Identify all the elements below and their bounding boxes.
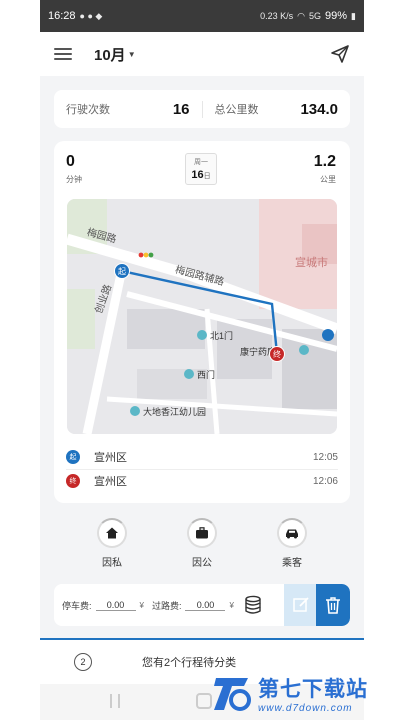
- notification-icons: ● ● ◆: [79, 10, 103, 21]
- watermark-title: 第七下载站: [258, 677, 368, 701]
- parking-fee-input[interactable]: 0.00: [95, 600, 136, 611]
- signal-label: 5G: [309, 11, 322, 21]
- toll-fee-label: 过路费:: [151, 600, 182, 611]
- edit-icon: [293, 597, 309, 612]
- end-place: 宣州区: [94, 476, 127, 488]
- trip-distance: 1.2 公里: [314, 153, 336, 185]
- menu-icon[interactable]: [54, 48, 72, 60]
- net-speed: 0.23 K/s: [260, 11, 294, 21]
- category-private[interactable]: 因私: [92, 518, 132, 569]
- status-bar: 16:28 ● ● ◆ 0.23 K/s ◠ 5G 99% ▮: [40, 0, 364, 32]
- wifi-icon: ◠: [297, 10, 305, 21]
- recent-apps-icon[interactable]: [110, 694, 120, 708]
- watermark: 第七下载站 www.d7down.com: [210, 666, 400, 720]
- trip-category-selector: 因私 因公 乘客: [40, 518, 364, 578]
- watermark-logo: [214, 678, 251, 711]
- home-icon: [97, 518, 127, 548]
- trip-day-unit: 日: [203, 173, 211, 180]
- chevron-down-icon: ▼: [127, 49, 136, 59]
- app-frame: 16:28 ● ● ◆ 0.23 K/s ◠ 5G 99% ▮ 10月 ▼ 行驶…: [40, 0, 364, 720]
- distance-value: 1.2: [313, 153, 336, 170]
- end-marker: 终: [269, 346, 285, 362]
- start-place: 宣州区: [94, 452, 127, 464]
- toll-fee-currency: ¥: [229, 600, 234, 610]
- trip-count-label: 行驶次数: [66, 104, 110, 116]
- duration-value: 0: [66, 153, 75, 170]
- total-km-value: 134.0: [300, 100, 338, 118]
- trip-count-stat: 行驶次数 16: [54, 101, 202, 118]
- car-icon: [277, 518, 307, 548]
- summary-stats: 行驶次数 16 总公里数 134.0: [54, 90, 350, 128]
- trash-icon: [326, 597, 340, 614]
- battery-level: 99%: [325, 10, 348, 22]
- trip-duration: 0 分钟: [66, 153, 82, 185]
- trip-day: 16: [191, 169, 204, 181]
- duration-unit: 分钟: [66, 175, 82, 184]
- end-pin-icon: 终: [66, 474, 80, 488]
- category-passenger[interactable]: 乘客: [272, 518, 312, 569]
- watermark-url: www.d7down.com: [258, 702, 353, 714]
- coins-icon[interactable]: [244, 595, 262, 615]
- route-map[interactable]: 梅园路 梅园路辅路 创业路 宣城市 北1门 西门 康宁药房 大地香江幼儿园 起 …: [67, 199, 337, 434]
- start-time: 12:05: [312, 451, 338, 463]
- parking-fee-label: 停车费:: [62, 600, 92, 611]
- trip-weekday: 周一: [194, 159, 208, 166]
- toll-fee-input[interactable]: 0.00: [185, 600, 226, 611]
- pending-count-icon: 2: [74, 653, 92, 671]
- map-label-city: 宣城市: [295, 257, 328, 269]
- app-bar: 10月 ▼: [40, 32, 364, 76]
- start-pin-icon: 起: [66, 450, 80, 464]
- distance-unit: 公里: [320, 175, 336, 184]
- parking-fee-currency: ¥: [139, 600, 144, 610]
- category-business[interactable]: 因公: [182, 518, 222, 569]
- map-label-gate-west: 西门: [197, 370, 216, 380]
- total-km-stat: 总公里数 134.0: [201, 100, 351, 118]
- delete-button[interactable]: [316, 584, 350, 626]
- start-location-row: 起 宣州区 12:05: [66, 444, 338, 470]
- category-business-label: 因公: [192, 558, 212, 569]
- map-label-kindergarten: 大地香江幼儿园: [143, 407, 207, 417]
- trip-card[interactable]: 0 分钟 周一 16日 1.2 公里 梅园路 梅园路辅路 创业路 宣城市 北1门…: [54, 141, 350, 503]
- category-passenger-label: 乘客: [282, 558, 302, 569]
- briefcase-icon: [187, 518, 217, 548]
- total-km-label: 总公里数: [214, 104, 259, 116]
- month-selector[interactable]: 10月 ▼: [94, 44, 136, 65]
- end-time: 12:06: [312, 475, 338, 487]
- month-label: 10月: [94, 46, 126, 64]
- status-time: 16:28: [48, 10, 76, 22]
- send-icon[interactable]: [330, 44, 350, 64]
- trip-count-value: 16: [172, 100, 190, 118]
- battery-icon: ▮: [351, 10, 356, 21]
- trip-date: 周一 16日: [185, 153, 217, 185]
- map-label-gate-north: 北1门: [210, 331, 234, 341]
- category-private-label: 因私: [102, 558, 122, 569]
- fees-panel: 停车费: 0.00 ¥ 过路费: 0.00 ¥: [54, 584, 350, 626]
- start-marker: 起: [114, 263, 130, 279]
- end-location-row: 终 宣州区 12:06: [66, 468, 338, 494]
- edit-button[interactable]: [284, 584, 318, 626]
